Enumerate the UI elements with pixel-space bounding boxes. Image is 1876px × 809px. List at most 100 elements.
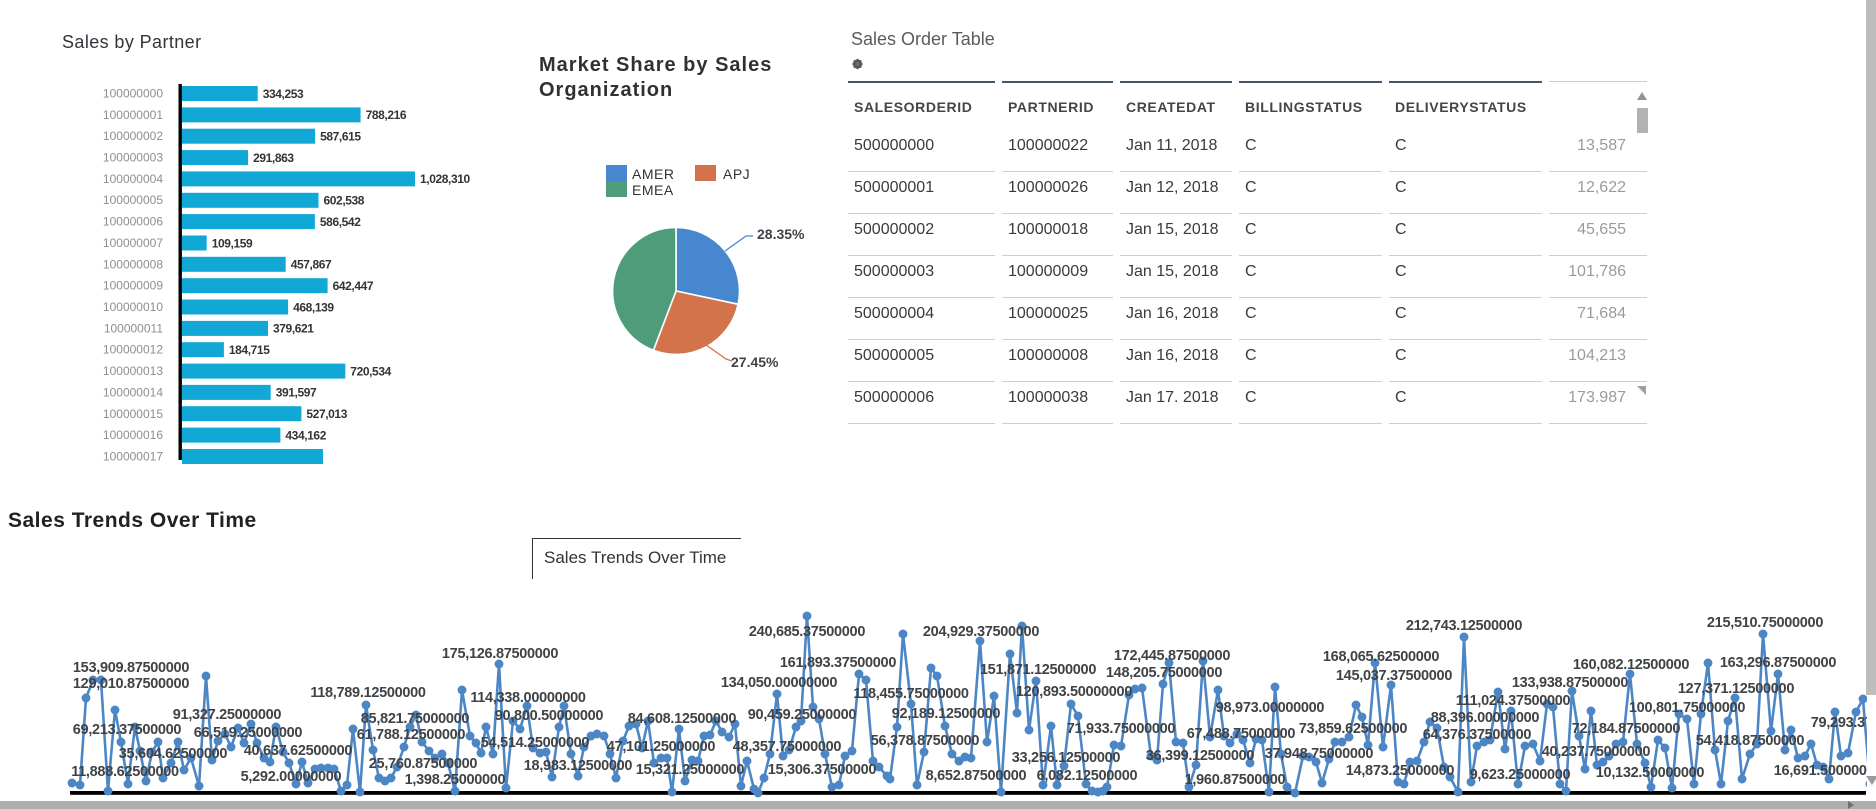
svg-text:69,213.37500000: 69,213.37500000: [73, 722, 182, 738]
svg-text:1,398.25000000: 1,398.25000000: [405, 772, 506, 788]
svg-text:100000006: 100000006: [103, 215, 163, 229]
svg-text:175,126.87500000: 175,126.87500000: [442, 646, 558, 662]
svg-text:98,973.00000000: 98,973.00000000: [1216, 700, 1325, 716]
svg-text:56,378.87500000: 56,378.87500000: [871, 733, 980, 749]
svg-text:111,024.37500000: 111,024.37500000: [1456, 693, 1571, 709]
svg-text:527,013: 527,013: [306, 407, 347, 421]
svg-text:90,800.50000000: 90,800.50000000: [495, 708, 604, 724]
svg-text:71,933.75000000: 71,933.75000000: [1067, 721, 1176, 737]
svg-text:100000009: 100000009: [103, 279, 163, 293]
svg-text:100000007: 100000007: [103, 236, 163, 250]
svg-text:8,652.87500000: 8,652.87500000: [926, 768, 1027, 784]
svg-text:153,909.87500000: 153,909.87500000: [73, 660, 189, 676]
svg-text:48,357.75000000: 48,357.75000000: [733, 739, 842, 755]
svg-text:468,139: 468,139: [293, 300, 334, 314]
svg-text:788,216: 788,216: [366, 108, 407, 122]
svg-text:204,929.37500000: 204,929.37500000: [923, 624, 1039, 640]
svg-text:109,159: 109,159: [212, 236, 253, 250]
svg-text:90,459.25000000: 90,459.25000000: [748, 707, 857, 723]
svg-text:133,938.87500000: 133,938.87500000: [1512, 675, 1628, 691]
svg-text:168,065.62500000: 168,065.62500000: [1323, 649, 1439, 665]
svg-text:40,637.62500000: 40,637.62500000: [244, 743, 353, 759]
svg-text:391,597: 391,597: [276, 386, 317, 400]
svg-text:100000005: 100000005: [103, 193, 163, 207]
svg-text:1,028,310: 1,028,310: [420, 172, 471, 186]
svg-text:602,538: 602,538: [324, 194, 365, 208]
svg-text:212,743.12500000: 212,743.12500000: [1406, 618, 1522, 634]
svg-text:720,534: 720,534: [350, 364, 391, 378]
svg-text:587,615: 587,615: [320, 130, 361, 144]
svg-text:379,621: 379,621: [273, 322, 314, 336]
svg-text:73,859.62500000: 73,859.62500000: [1299, 721, 1408, 737]
svg-text:100000014: 100000014: [103, 385, 163, 399]
svg-text:15,321.25000000: 15,321.25000000: [636, 762, 745, 778]
svg-text:10,132.50000000: 10,132.50000000: [1596, 765, 1705, 781]
svg-text:100000003: 100000003: [103, 151, 163, 165]
svg-text:184,715: 184,715: [229, 343, 270, 357]
svg-text:100000002: 100000002: [103, 129, 163, 143]
svg-text:84,608.12500000: 84,608.12500000: [628, 711, 737, 727]
svg-text:16,691.50000000: 16,691.50000000: [1774, 763, 1867, 779]
svg-text:88,396.00000000: 88,396.00000000: [1431, 710, 1540, 726]
svg-text:100000015: 100000015: [103, 407, 163, 421]
svg-text:100000016: 100000016: [103, 428, 163, 442]
svg-text:120,893.50000000: 120,893.50000000: [1016, 684, 1132, 700]
svg-text:100000017: 100000017: [103, 450, 163, 464]
svg-text:114,338.00000000: 114,338.00000000: [470, 690, 586, 706]
svg-text:6,082.12500000: 6,082.12500000: [1037, 768, 1138, 784]
svg-text:54,514.25000000: 54,514.25000000: [481, 735, 590, 751]
svg-text:457,867: 457,867: [291, 258, 332, 272]
svg-text:163,296.87500000: 163,296.87500000: [1720, 655, 1836, 671]
svg-text:434,162: 434,162: [285, 428, 326, 442]
svg-text:118,455.75000000: 118,455.75000000: [853, 686, 969, 702]
svg-text:172,445.87500000: 172,445.87500000: [1114, 648, 1230, 664]
svg-text:100000012: 100000012: [103, 343, 163, 357]
svg-text:145,037.37500000: 145,037.37500000: [1336, 668, 1452, 684]
svg-text:334,253: 334,253: [263, 87, 304, 101]
svg-text:215,510.75000000: 215,510.75000000: [1707, 615, 1823, 631]
svg-text:36,399.12500000: 36,399.12500000: [1146, 748, 1255, 764]
svg-text:118,789.12500000: 118,789.12500000: [310, 685, 426, 701]
svg-text:161,893.37500000: 161,893.37500000: [780, 655, 896, 671]
svg-text:40,237.75000000: 40,237.75000000: [1542, 744, 1651, 760]
svg-text:586,542: 586,542: [320, 215, 361, 229]
svg-text:1,960.87500000: 1,960.87500000: [1185, 772, 1286, 788]
svg-text:100,801.75000000: 100,801.75000000: [1629, 700, 1745, 716]
svg-text:91,327.25000000: 91,327.25000000: [173, 707, 282, 723]
svg-text:66,519.25000000: 66,519.25000000: [194, 725, 303, 741]
svg-text:100000001: 100000001: [103, 108, 163, 122]
svg-text:148,205.75000000: 148,205.75000000: [1106, 665, 1222, 681]
svg-text:291,863: 291,863: [253, 151, 294, 165]
svg-text:18,983.12500000: 18,983.12500000: [524, 758, 633, 774]
svg-text:100000008: 100000008: [103, 257, 163, 271]
svg-text:5,292.00000000: 5,292.00000000: [241, 769, 342, 785]
svg-text:85,821.75000000: 85,821.75000000: [361, 711, 470, 727]
svg-text:100000013: 100000013: [103, 364, 163, 378]
svg-text:15,306.37500000: 15,306.37500000: [768, 762, 877, 778]
svg-text:9,623.25000000: 9,623.25000000: [1470, 767, 1571, 783]
svg-text:11,888.62500000: 11,888.62500000: [71, 764, 179, 780]
svg-text:151,871.12500000: 151,871.12500000: [980, 662, 1096, 678]
svg-text:240,685.37500000: 240,685.37500000: [749, 624, 865, 640]
svg-text:160,082.12500000: 160,082.12500000: [1573, 657, 1689, 673]
svg-text:14,873.25000000: 14,873.25000000: [1346, 763, 1455, 779]
svg-text:54,418.87500000: 54,418.87500000: [1696, 733, 1805, 749]
svg-text:79,293.37500000: 79,293.37500000: [1811, 715, 1867, 731]
svg-text:25,760.87500000: 25,760.87500000: [369, 756, 478, 772]
svg-text:64,376.37500000: 64,376.37500000: [1423, 727, 1532, 743]
svg-text:134,050.00000000: 134,050.00000000: [721, 675, 837, 691]
svg-text:67,488.75000000: 67,488.75000000: [1187, 726, 1296, 742]
svg-text:28.35%: 28.35%: [757, 226, 805, 242]
svg-text:129,010.87500000: 129,010.87500000: [73, 676, 189, 692]
svg-text:100000010: 100000010: [103, 300, 163, 314]
svg-text:100000004: 100000004: [103, 172, 163, 186]
svg-text:100000011: 100000011: [104, 321, 164, 335]
svg-text:100000000: 100000000: [103, 87, 163, 101]
svg-text:61,788.12500000: 61,788.12500000: [357, 727, 466, 743]
svg-text:35,604.62500000: 35,604.62500000: [119, 746, 228, 762]
svg-text:642,447: 642,447: [333, 279, 374, 293]
svg-text:37,948.75000000: 37,948.75000000: [1265, 746, 1374, 762]
svg-text:47,101.25000000: 47,101.25000000: [607, 739, 716, 755]
svg-text:127,371.12500000: 127,371.12500000: [1678, 681, 1794, 697]
svg-text:27.45%: 27.45%: [731, 354, 779, 370]
